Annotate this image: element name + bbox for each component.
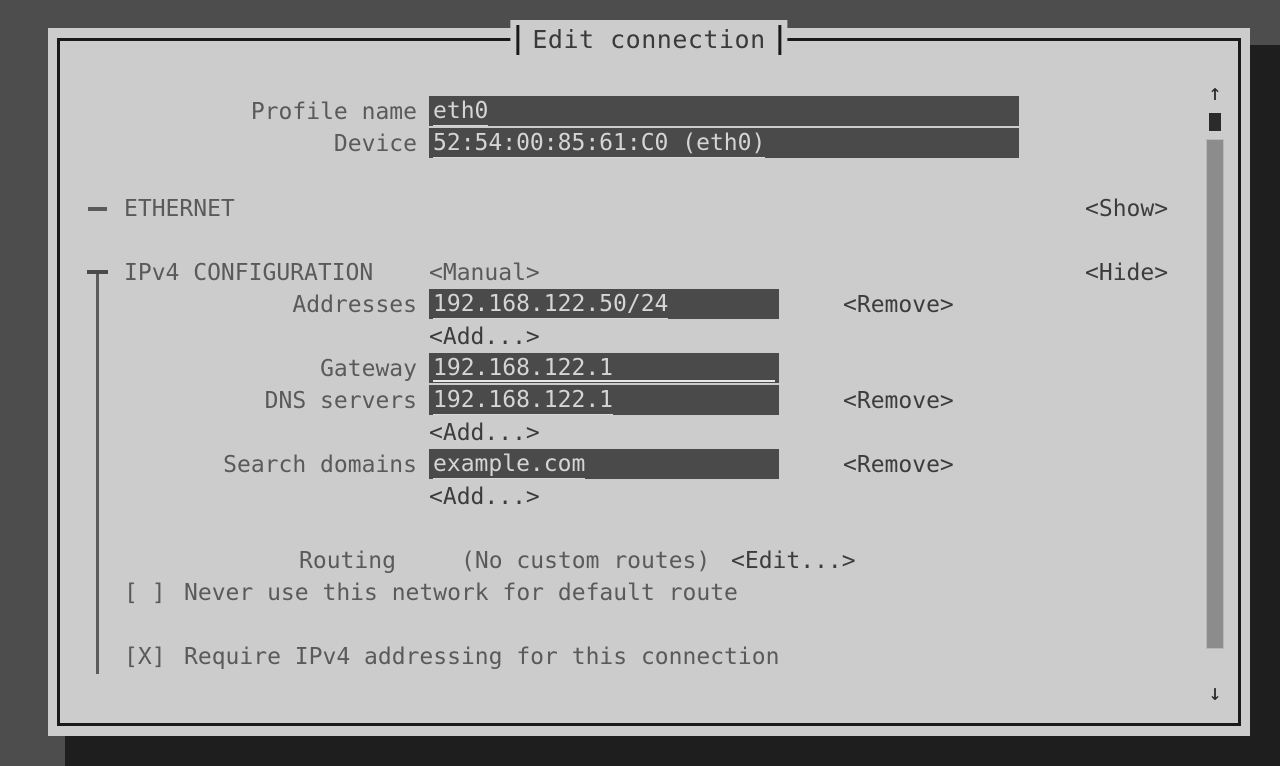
- routing-edit-button[interactable]: <Edit...>: [731, 545, 856, 577]
- addresses-row: Addresses 192.168.122.50/24 <Remove>: [60, 289, 1238, 321]
- window-title: Edit connection: [510, 20, 788, 60]
- gateway-value: 192.168.122.1: [433, 355, 614, 381]
- dns-servers-input[interactable]: 192.168.122.1: [429, 385, 779, 415]
- search-domains-input[interactable]: example.com: [429, 449, 779, 479]
- routing-label: Routing: [299, 548, 396, 574]
- gateway-cursor-underline: [433, 380, 775, 382]
- ipv4-hide-button[interactable]: <Hide>: [1085, 257, 1168, 289]
- dns-servers-label: DNS servers: [264, 388, 417, 414]
- never-default-route-checkbox[interactable]: [ ]: [124, 577, 166, 609]
- ethernet-show-button[interactable]: <Show>: [1085, 193, 1168, 225]
- addresses-input[interactable]: 192.168.122.50/24: [429, 289, 779, 319]
- search-domains-add-button[interactable]: <Add...>: [429, 481, 540, 513]
- gateway-row: Gateway 192.168.122.1: [60, 353, 1238, 385]
- vertical-scrollbar[interactable]: ↑ ↓: [1202, 51, 1228, 715]
- dns-servers-add-button[interactable]: <Add...>: [429, 417, 540, 449]
- ethernet-section-label: ETHERNET: [124, 196, 235, 222]
- device-input[interactable]: 52:54:00:85:61:C0 (eth0): [429, 128, 1019, 158]
- routing-row: Routing (No custom routes) <Edit...>: [60, 545, 1238, 577]
- profile-name-row: Profile name eth0: [60, 96, 1238, 128]
- dns-servers-add-row: <Add...>: [60, 417, 1238, 449]
- window-shadow-right: [1250, 45, 1280, 766]
- device-row: Device 52:54:00:85:61:C0 (eth0): [60, 128, 1238, 160]
- search-domains-remove-button[interactable]: <Remove>: [843, 449, 954, 481]
- ethernet-section-row: ETHERNET <Show>: [60, 193, 1238, 225]
- collapsed-section-icon[interactable]: [88, 207, 107, 211]
- device-label: Device: [333, 131, 417, 157]
- addresses-add-button[interactable]: <Add...>: [429, 321, 540, 353]
- profile-name-input[interactable]: eth0: [429, 96, 1019, 126]
- search-domains-row: Search domains example.com <Remove>: [60, 449, 1238, 481]
- addresses-value: 192.168.122.50/24: [433, 290, 669, 319]
- profile-name-label: Profile name: [250, 99, 417, 125]
- addresses-remove-button[interactable]: <Remove>: [843, 289, 954, 321]
- never-default-route-row[interactable]: [ ] Never use this network for default r…: [60, 577, 1238, 609]
- addresses-add-row: <Add...>: [60, 321, 1238, 353]
- gateway-input[interactable]: 192.168.122.1: [429, 353, 779, 383]
- scrollbar-track[interactable]: [1206, 139, 1224, 649]
- dns-servers-remove-button[interactable]: <Remove>: [843, 385, 954, 417]
- require-ipv4-label: Require IPv4 addressing for this connect…: [184, 644, 780, 670]
- gateway-label: Gateway: [320, 356, 417, 382]
- never-default-route-label: Never use this network for default route: [184, 580, 738, 606]
- scrollbar-position-marker[interactable]: [1209, 113, 1221, 131]
- addresses-label: Addresses: [292, 292, 417, 318]
- dialog-content: Profile name eth0 Device 52:54:00:85:61:…: [60, 41, 1238, 723]
- ipv4-method-button[interactable]: <Manual>: [429, 257, 540, 289]
- profile-name-value: eth0: [433, 97, 489, 126]
- ipv4-section-label: IPv4 CONFIGURATION: [124, 260, 374, 286]
- search-domains-value: example.com: [433, 450, 586, 479]
- ipv4-section-row: IPv4 CONFIGURATION <Manual> <Hide>: [60, 257, 1238, 289]
- require-ipv4-row[interactable]: [X] Require IPv4 addressing for this con…: [60, 641, 1238, 673]
- dns-servers-row: DNS servers 192.168.122.1 <Remove>: [60, 385, 1238, 417]
- window-shadow-bottom: [65, 736, 1280, 766]
- scroll-down-arrow-icon[interactable]: ↓: [1202, 681, 1228, 707]
- device-value: 52:54:00:85:61:C0 (eth0): [433, 129, 766, 158]
- dns-servers-value: 192.168.122.1: [433, 386, 614, 415]
- search-domains-add-row: <Add...>: [60, 481, 1238, 513]
- edit-connection-window: Edit connection Profile name eth0 Device…: [48, 20, 1250, 736]
- scroll-up-arrow-icon[interactable]: ↑: [1202, 81, 1228, 107]
- require-ipv4-checkbox[interactable]: [X]: [124, 641, 166, 673]
- routing-status: (No custom routes): [461, 548, 711, 574]
- search-domains-label: Search domains: [223, 452, 417, 478]
- window-frame: Edit connection Profile name eth0 Device…: [57, 20, 1241, 726]
